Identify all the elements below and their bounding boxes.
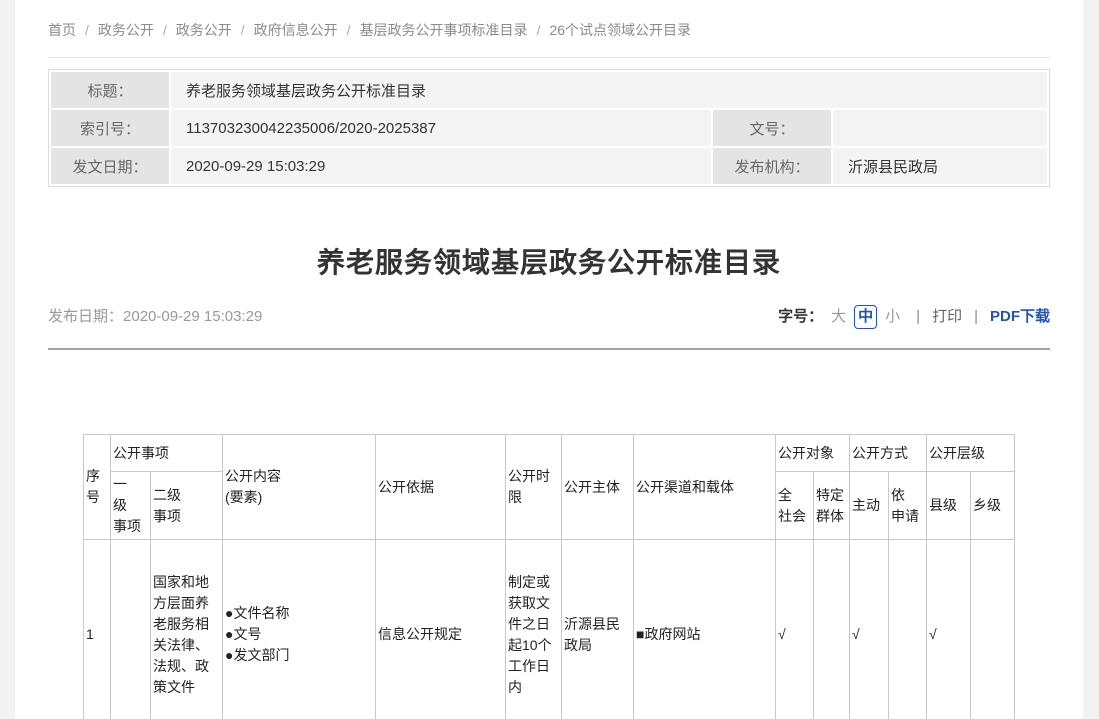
- font-size-medium-button[interactable]: 中: [854, 305, 877, 329]
- header-basis: 公开依据: [376, 435, 506, 540]
- article-divider: [48, 348, 1050, 350]
- toolbar-pipe: |: [916, 306, 920, 328]
- header-target-specific: 特定 群体: [814, 472, 850, 540]
- header-level-township: 乡级: [971, 472, 1015, 540]
- catalog-header-row-1: 序号 公开事项 公开内容 (要素) 公开依据 公开时 限 公开主体 公开渠道和载…: [84, 435, 1015, 472]
- meta-value-index: 113703230042235006/2020-2025387: [171, 110, 711, 146]
- breadcrumb-separator: /: [241, 22, 245, 38]
- document-meta-table: 标题： 养老服务领域基层政务公开标准目录 索引号： 11370323004223…: [48, 69, 1050, 187]
- cell-mode-proactive-check: √: [850, 540, 889, 719]
- header-level-county: 县级: [927, 472, 971, 540]
- breadcrumb-separator: /: [537, 22, 541, 38]
- header-open-items-group: 公开事项: [111, 435, 223, 472]
- cell-target-all-check: √: [776, 540, 814, 719]
- font-size-small-button[interactable]: 小: [885, 306, 900, 328]
- page-title: 养老服务领域基层政务公开标准目录: [48, 245, 1050, 281]
- cell-channels: ■政府网站: [634, 540, 776, 719]
- breadcrumb-separator: /: [85, 22, 89, 38]
- meta-row-title: 标题： 养老服务领域基层政务公开标准目录: [51, 72, 1047, 108]
- meta-label-doc-no: 文号：: [713, 110, 831, 146]
- header-seq: 序号: [84, 435, 111, 540]
- breadcrumb-link-zwgk-1[interactable]: 政务公开: [98, 22, 154, 38]
- header-content: 公开内容 (要素): [223, 435, 376, 540]
- header-level-group: 公开层级: [927, 435, 1015, 472]
- header-level2: 二级 事项: [151, 472, 223, 540]
- meta-label-issue-date: 发文日期：: [51, 148, 169, 184]
- print-button[interactable]: 打印: [932, 306, 962, 328]
- header-channel: 公开渠道和载体: [634, 435, 776, 540]
- meta-value-issuer: 沂源县民政局: [833, 148, 1047, 184]
- breadcrumb: 首页 / 政务公开 / 政务公开 / 政府信息公开 / 基层政务公开事项标准目录 / 26个试点领域…: [48, 22, 1050, 38]
- breadcrumb-link-home[interactable]: 首页: [48, 22, 76, 38]
- header-level1: 一 级 事项: [111, 472, 151, 540]
- breadcrumb-separator: /: [163, 22, 167, 38]
- pdf-download-link[interactable]: PDF下载: [990, 306, 1050, 328]
- breadcrumb-separator: /: [347, 22, 351, 38]
- breadcrumb-divider: [48, 57, 1050, 58]
- cell-target-specific-check: [814, 540, 850, 719]
- catalog-table-row: 1 国家和地方层面养老服务相关法律、法规、政策文件 ●文件名称●文号●发文部门 …: [84, 540, 1015, 719]
- breadcrumb-link-pilot-catalog[interactable]: 26个试点领域公开目录: [549, 22, 691, 38]
- cell-level2: 国家和地方层面养老服务相关法律、法规、政策文件: [151, 540, 223, 719]
- cell-subject: 沂源县民政局: [562, 540, 634, 719]
- cell-mode-on-request-check: [889, 540, 927, 719]
- publish-date-value: 2020-09-29 15:03:29: [123, 308, 262, 325]
- cell-content-elements: ●文件名称●文号●发文部门: [223, 540, 376, 719]
- meta-row-date: 发文日期： 2020-09-29 15:03:29 发布机构： 沂源县民政局: [51, 148, 1047, 184]
- header-target-group: 公开对象: [776, 435, 850, 472]
- cell-seq: 1: [84, 540, 111, 719]
- publish-date: 发布日期：2020-09-29 15:03:29: [48, 306, 262, 328]
- content-panel: 首页 / 政务公开 / 政务公开 / 政府信息公开 / 基层政务公开事项标准目录 / 26个试点领域…: [15, 0, 1083, 719]
- publish-date-label: 发布日期：: [48, 308, 123, 325]
- toolbar-pipe: |: [974, 306, 978, 328]
- font-size-large-button[interactable]: 大: [831, 306, 846, 328]
- meta-value-doc-no: [833, 110, 1047, 146]
- cell-level-county-check: √: [927, 540, 971, 719]
- breadcrumb-link-gov-info[interactable]: 政府信息公开: [254, 22, 338, 38]
- meta-value-issue-date: 2020-09-29 15:03:29: [171, 148, 711, 184]
- cell-level1: [111, 540, 151, 719]
- font-size-label: 字号：: [778, 306, 823, 328]
- meta-label-title: 标题：: [51, 72, 169, 108]
- header-subject: 公开主体: [562, 435, 634, 540]
- cell-basis: 信息公开规定: [376, 540, 506, 719]
- meta-label-index: 索引号：: [51, 110, 169, 146]
- meta-label-issuer: 发布机构：: [713, 148, 831, 184]
- header-target-all: 全 社会: [776, 472, 814, 540]
- meta-value-title: 养老服务领域基层政务公开标准目录: [171, 72, 1047, 108]
- catalog-table: 序号 公开事项 公开内容 (要素) 公开依据 公开时 限 公开主体 公开渠道和载…: [83, 434, 1015, 719]
- header-mode-on-request: 依 申请: [889, 472, 927, 540]
- article-toolbar: 字号： 大 中 小 | 打印 | PDF下载: [778, 305, 1050, 329]
- header-time-limit: 公开时 限: [506, 435, 562, 540]
- header-mode-proactive: 主动: [850, 472, 889, 540]
- breadcrumb-link-standard-catalog[interactable]: 基层政务公开事项标准目录: [360, 22, 528, 38]
- header-mode-group: 公开方式: [850, 435, 927, 472]
- breadcrumb-link-zwgk-2[interactable]: 政务公开: [176, 22, 232, 38]
- cell-level-township-check: [971, 540, 1015, 719]
- cell-time-limit: 制定或获取文件之日起10个工作日内: [506, 540, 562, 719]
- meta-row-index: 索引号： 113703230042235006/2020-2025387 文号：: [51, 110, 1047, 146]
